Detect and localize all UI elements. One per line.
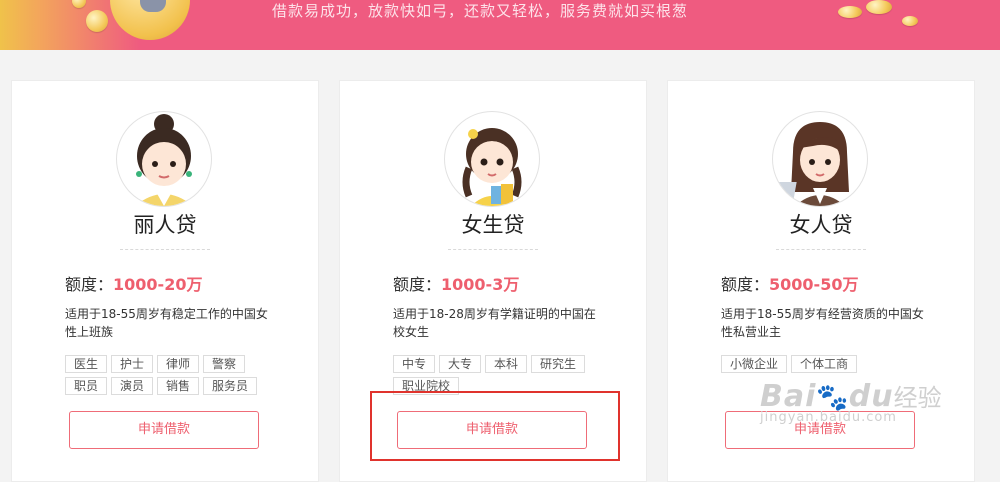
divider (448, 249, 538, 250)
highlight-box (370, 391, 620, 461)
amount-label: 额度： (65, 275, 114, 294)
loan-card-liren: 丽人贷 额度：1000-20万 适用于18-55周岁有稳定工作的中国女性上班族 … (11, 80, 319, 482)
tag: 职员 (65, 377, 108, 395)
amount-line: 额度：1000-3万 (393, 271, 519, 295)
baidu-jingyan-watermark: Bai🐾du经验 jingyan.baidu.com (760, 378, 990, 458)
businesswoman-laptop-avatar-icon (772, 111, 868, 207)
card-description: 适用于18-28周岁有学籍证明的中国在校女生 (393, 307, 596, 339)
woman-bun-avatar-icon (116, 111, 212, 207)
tag: 演员 (111, 377, 154, 395)
top-banner: 借款易成功，放款快如弓，还款又轻松，服务费就如买根葱 (0, 0, 1000, 50)
coin-icon (902, 16, 918, 26)
banner-tagline: 借款易成功，放款快如弓，还款又轻松，服务费就如买根葱 (272, 2, 689, 20)
watermark-logo-suffix: du (848, 379, 894, 414)
tag: 医生 (65, 355, 108, 373)
tag: 警察 (203, 355, 246, 373)
card-title: 女生贷 (461, 213, 525, 237)
divider (776, 249, 866, 250)
amount-value: 5000-50万 (769, 275, 859, 294)
tag: 中专 (393, 355, 436, 373)
amount-line: 额度：5000-50万 (721, 271, 858, 295)
amount-label: 额度： (393, 275, 442, 294)
apply-loan-button[interactable]: 申请借款 (69, 411, 259, 449)
card-description: 适用于18-55周岁有经营资质的中国女性私营业主 (721, 307, 924, 339)
card-title: 女人贷 (789, 213, 853, 237)
tag: 律师 (157, 355, 200, 373)
coin-icon (866, 0, 892, 14)
tag: 大专 (439, 355, 482, 373)
amount-label: 额度： (721, 275, 770, 294)
amount-value: 1000-20万 (113, 275, 203, 294)
amount-line: 额度：1000-20万 (65, 271, 202, 295)
watermark-cn: 经验 (893, 384, 942, 412)
coin-icon (72, 0, 86, 8)
paw-icon: 🐾 (816, 383, 849, 413)
girl-braids-avatar-icon (444, 111, 540, 207)
amount-value: 1000-3万 (441, 275, 520, 294)
watermark-logo: Bai (760, 379, 817, 414)
tag: 服务员 (203, 377, 258, 395)
tag-list: 医生 护士 律师 警察 职员 演员 销售 服务员 (65, 355, 285, 399)
tag: 护士 (111, 355, 154, 373)
card-title: 丽人贷 (133, 213, 197, 237)
tag: 研究生 (531, 355, 586, 373)
tag: 本科 (485, 355, 528, 373)
divider (120, 249, 210, 250)
coin-icon (86, 10, 108, 32)
tag: 个体工商 (791, 355, 858, 373)
tag: 小微企业 (721, 355, 788, 373)
coin-icon (838, 6, 862, 18)
watermark-url: jingyan.baidu.com (760, 410, 897, 425)
tag: 销售 (157, 377, 200, 395)
card-description: 适用于18-55周岁有稳定工作的中国女性上班族 (65, 307, 268, 339)
tag-list: 小微企业 个体工商 (721, 355, 941, 377)
